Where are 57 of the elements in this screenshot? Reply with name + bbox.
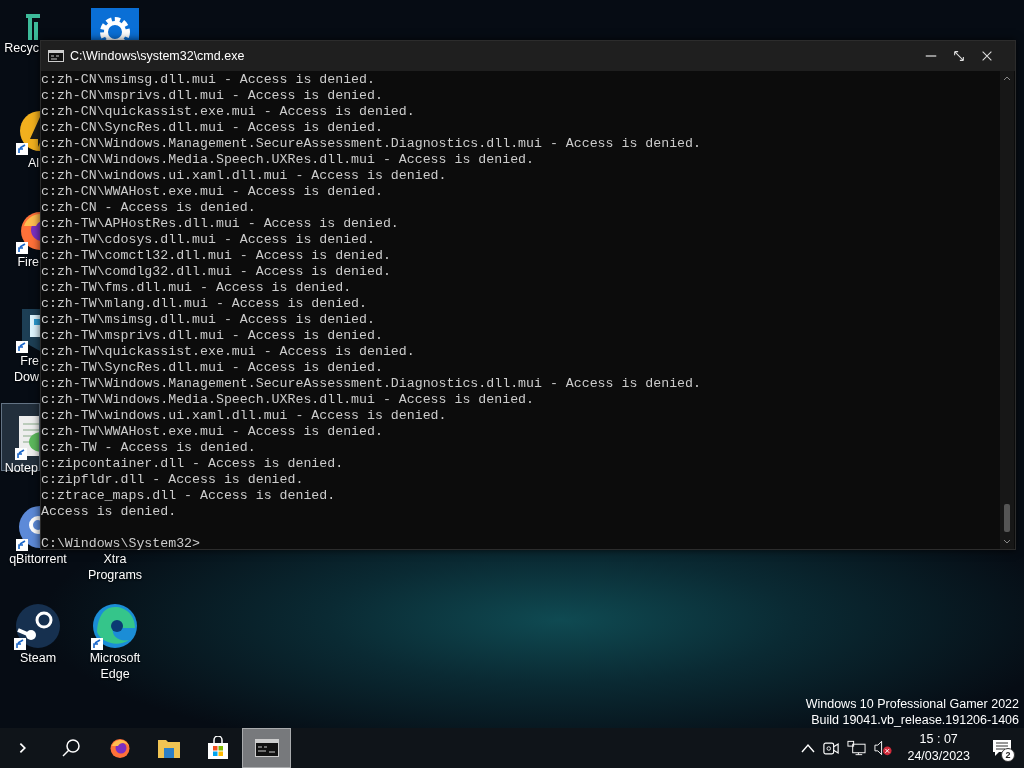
restore-icon[interactable] bbox=[952, 49, 966, 63]
build-watermark-text: Windows 10 Professional Gamer 2022 bbox=[805, 696, 1019, 712]
scrollbar[interactable] bbox=[1000, 71, 1014, 549]
console-output-line: c:zh-TW\quickassist.exe.mui - Access is denied. bbox=[41, 344, 416, 360]
icon-label: Microsoft bbox=[89, 650, 141, 666]
console-output-line: c:zh-CN\SyncRes.dll.mui - Access is denied. bbox=[41, 120, 384, 136]
console-output-line: c:zh-TW\fms.dll.mui - Access is denied. bbox=[41, 280, 353, 296]
command-prompt[interactable]: C:\Windows\System32> bbox=[41, 536, 201, 552]
icon-label: Fre bbox=[20, 353, 40, 369]
console-output-line: c:zh-TW\msimsg.dll.mui - Access is denied. bbox=[41, 312, 376, 328]
icon-label: Recyc bbox=[4, 40, 40, 56]
console-output-line: c:zh-TW\SyncRes.dll.mui - Access is denied. bbox=[41, 360, 384, 376]
console-output-line: c:zh-CN\Windows.Management.SecureAssessment.Diagnostics.dll.mui - Access is denied. bbox=[41, 136, 702, 152]
console-output-line: c:zipcontainer.dll - Access is denied. bbox=[41, 456, 345, 472]
icon-label: Programs bbox=[87, 567, 143, 583]
window-title: C:\Windows\system32\cmd.exe bbox=[70, 49, 246, 63]
console-output-line: c:zh-TW - Access is denied. bbox=[41, 440, 257, 456]
edge-icon[interactable] bbox=[91, 602, 139, 650]
console-output-line: c:zh-CN\msprivs.dll.mui - Access is denied. bbox=[41, 88, 384, 104]
icon-label: Edge bbox=[100, 666, 130, 682]
icon-label: Fire bbox=[17, 254, 40, 270]
console-output-line: c:zh-CN\quickassist.exe.mui - Access is denied. bbox=[41, 104, 416, 120]
scroll-up-icon[interactable] bbox=[1003, 76, 1011, 81]
console-output-line: c:zipfldr.dll - Access is denied. bbox=[41, 472, 305, 488]
console-output-line: c:zh-CN - Access is denied. bbox=[41, 200, 257, 216]
close-icon[interactable] bbox=[980, 49, 994, 63]
console-output-line: c:zh-TW\mlang.dll.mui - Access is denied. bbox=[41, 296, 368, 312]
icon-label: Dow bbox=[14, 369, 40, 385]
console-output-line: c:zh-TW\comdlg32.dll.mui - Access is denied. bbox=[41, 264, 392, 280]
console-output-line: c:zh-CN\msimsg.dll.mui - Access is denied. bbox=[41, 72, 376, 88]
gear-icon[interactable] bbox=[91, 8, 139, 42]
clock-button[interactable]: 15 : 07 24/03/2023 bbox=[897, 728, 980, 768]
console-output-line: Access is denied. bbox=[41, 504, 178, 520]
icon-label: Xtra bbox=[103, 551, 127, 567]
console-output-line: c:zh-TW\comctl32.dll.mui - Access is denied. bbox=[41, 248, 392, 264]
console-output-line: c:zh-CN\Windows.Media.Speech.UXRes.dll.mui - Access is denied. bbox=[41, 152, 535, 168]
console-output-line: c:zh-TW\msprivs.dll.mui - Access is denied. bbox=[41, 328, 384, 344]
notification-center-button[interactable]: 2 bbox=[980, 728, 1024, 768]
console-output-line: c:zh-TW\Windows.Media.Speech.UXRes.dll.mui - Access is denied. bbox=[41, 392, 535, 408]
steam-icon[interactable] bbox=[14, 602, 62, 650]
console-output-line: c:zh-CN\WWAHost.exe.mui - Access is denied. bbox=[41, 184, 384, 200]
scroll-thumb[interactable] bbox=[1004, 504, 1010, 532]
icon-label: qBittorrent bbox=[9, 551, 67, 567]
build-watermark-text: Build 19041.vb_release.191206-1406 bbox=[811, 712, 1019, 728]
console-output-line: c:zh-TW\cdosys.dll.mui - Access is denied. bbox=[41, 232, 376, 248]
notification-count-badge: 2 bbox=[1001, 748, 1015, 762]
console-output-line: c:zh-TW\WWAHost.exe.mui - Access is denied. bbox=[41, 424, 384, 440]
console-output-line: c:ztrace_maps.dll - Access is denied. bbox=[41, 488, 337, 504]
console-output-line: c:zh-CN\windows.ui.xaml.dll.mui - Access is denied. bbox=[41, 168, 448, 184]
console-output-line: c:zh-TW\Windows.Management.SecureAssessment.Diagnostics.dll.mui - Access is denied. bbox=[41, 376, 702, 392]
icon-label: Al bbox=[27, 155, 40, 171]
console-output-line: c:zh-TW\APHostRes.dll.mui - Access is denied. bbox=[41, 216, 400, 232]
console-icon[interactable] bbox=[242, 728, 291, 768]
icon-label: Steam bbox=[19, 650, 57, 666]
console-icon bbox=[48, 50, 64, 62]
console-output-line: c:zh-TW\windows.ui.xaml.dll.mui - Access is denied. bbox=[41, 408, 448, 424]
scroll-down-icon[interactable] bbox=[1003, 539, 1011, 544]
